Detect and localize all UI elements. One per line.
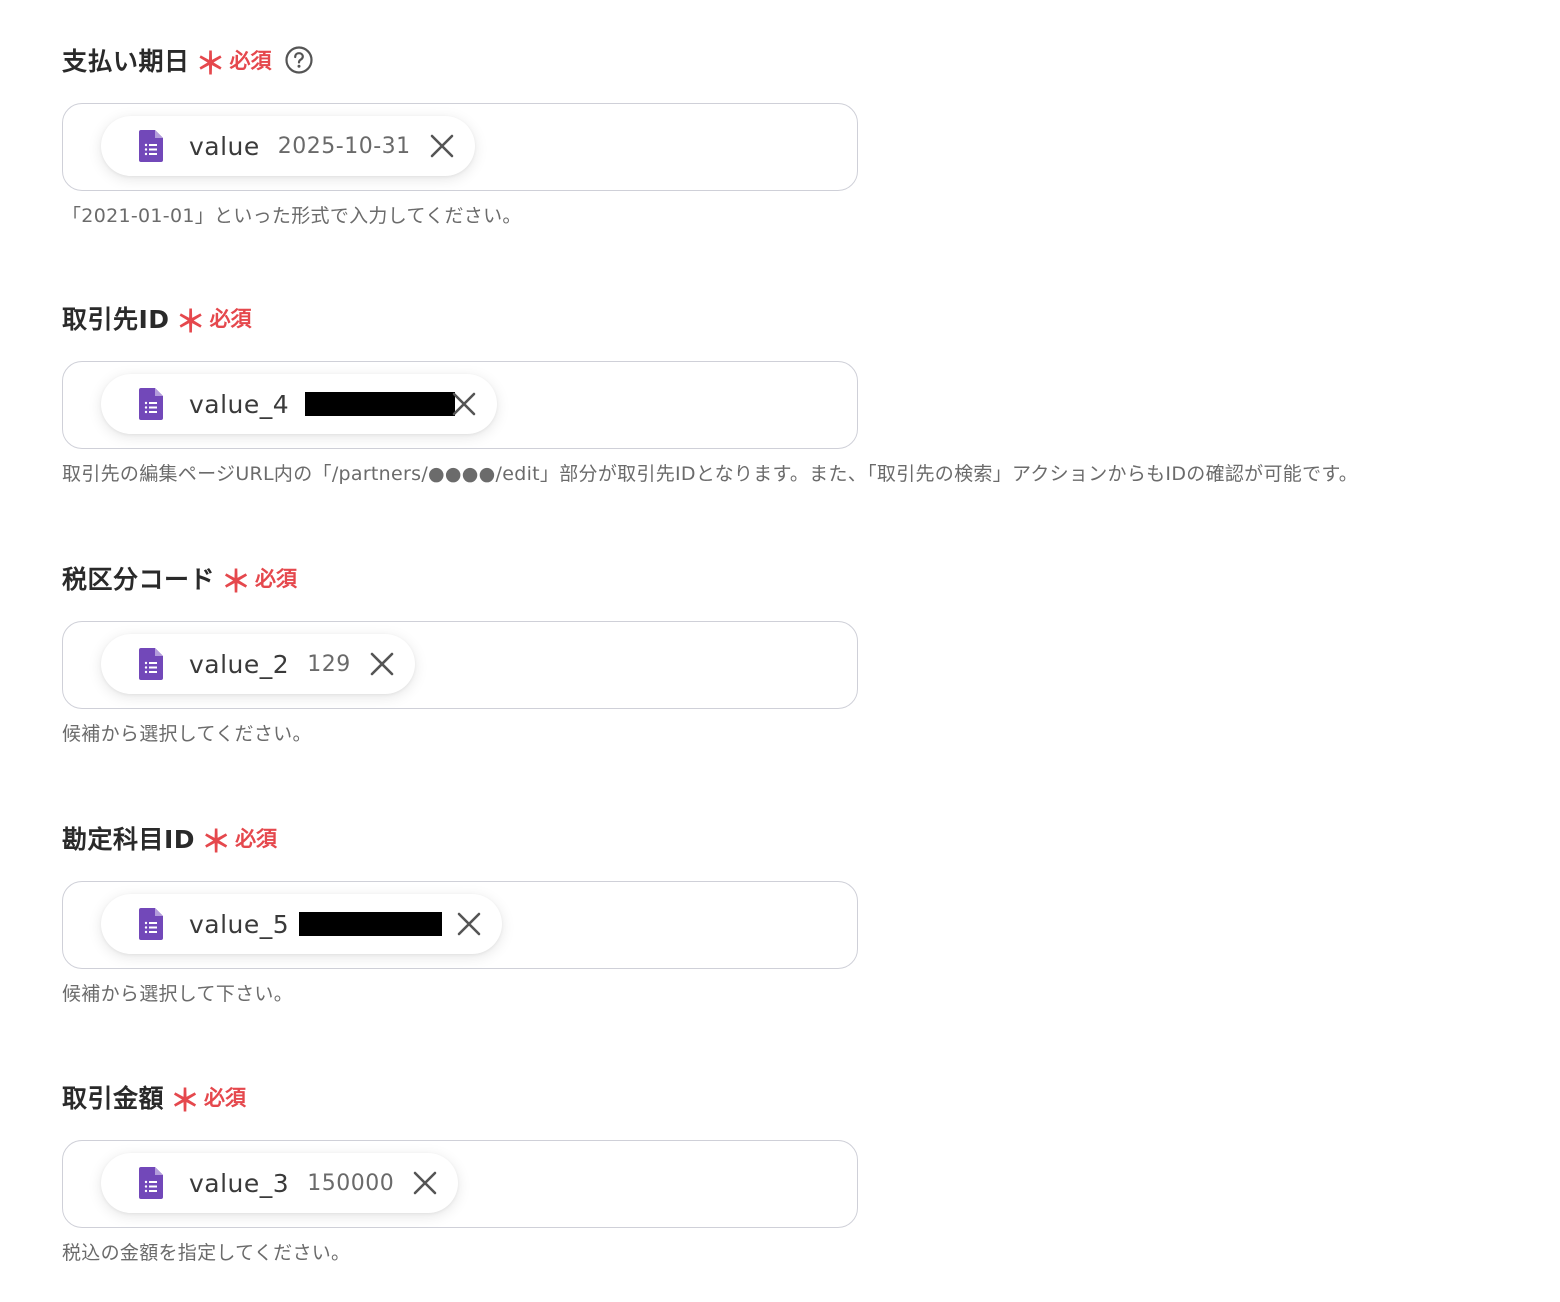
required-label: 必須	[255, 567, 298, 591]
required-label: 必須	[209, 307, 252, 331]
required-asterisk: ＊	[221, 565, 252, 600]
variable-chip[interactable]: value_5	[101, 894, 503, 954]
partner-id-input[interactable]: value_4	[62, 361, 858, 449]
field-label: 支払い期日	[62, 47, 190, 76]
google-forms-doc-icon	[139, 1167, 163, 1199]
field-label-row: 支払い期日 ＊ 必須	[62, 42, 1542, 82]
required-label: 必須	[204, 1086, 247, 1110]
chip-variable-value: 2025-10-31	[277, 133, 411, 159]
field-hint: 候補から選択して下さい。	[62, 983, 294, 1005]
tax-code-input[interactable]: value_2 129	[62, 621, 858, 709]
field-label: 取引先ID	[62, 305, 170, 334]
chip-variable-name: value	[189, 131, 260, 161]
field-tax-code: 税区分コード ＊ 必須 value_2 129 候補から選択してください。	[62, 560, 1542, 746]
variable-chip[interactable]: value_2 129	[101, 634, 415, 694]
google-forms-doc-icon	[139, 388, 163, 420]
field-hint: 候補から選択してください。	[62, 723, 312, 745]
field-label-row: 勘定科目ID ＊ 必須	[62, 820, 1542, 860]
field-hint: 「2021-01-01」といった形式で入力してください。	[62, 205, 522, 227]
account-item-id-input[interactable]: value_5	[62, 881, 858, 969]
required-asterisk: ＊	[175, 305, 206, 340]
google-forms-doc-icon	[139, 648, 163, 680]
chip-variable-value: 150000	[307, 1170, 395, 1196]
chip-variable-name: value_3	[189, 1168, 290, 1198]
required-asterisk: ＊	[195, 47, 226, 82]
variable-chip[interactable]: value_4	[101, 374, 498, 434]
google-forms-doc-icon	[139, 908, 163, 940]
question-circle-icon[interactable]	[284, 45, 314, 75]
field-transaction-amount: 取引金額 ＊ 必須 value_3 150000 税込の金額を指定してください。	[62, 1079, 1542, 1265]
required-label: 必須	[229, 49, 272, 73]
variable-chip[interactable]: value_3 150000	[101, 1153, 459, 1213]
field-payment-due-date: 支払い期日 ＊ 必須 value 2025-10-31 「2021-01-01」…	[62, 42, 1542, 228]
redacted-value	[305, 392, 456, 416]
chip-variable-name: value_2	[189, 649, 290, 679]
field-label: 勘定科目ID	[62, 825, 196, 854]
redacted-value	[299, 912, 443, 936]
field-hint: 税込の金額を指定してください。	[62, 1242, 351, 1264]
payment-due-date-input[interactable]: value 2025-10-31	[62, 103, 858, 191]
required-asterisk: ＊	[201, 825, 232, 860]
close-icon[interactable]	[369, 651, 395, 677]
close-icon[interactable]	[429, 133, 455, 159]
field-label-row: 取引先ID ＊ 必須	[62, 300, 1542, 340]
field-label: 税区分コード	[62, 565, 216, 594]
close-icon[interactable]	[451, 391, 477, 417]
required-label: 必須	[235, 827, 278, 851]
variable-chip[interactable]: value 2025-10-31	[101, 116, 475, 176]
google-forms-doc-icon	[139, 130, 163, 162]
required-asterisk: ＊	[170, 1084, 201, 1119]
field-label: 取引金額	[62, 1084, 165, 1113]
field-label-row: 取引金額 ＊ 必須	[62, 1079, 1542, 1119]
field-label-row: 税区分コード ＊ 必須	[62, 560, 1542, 600]
field-account-item-id: 勘定科目ID ＊ 必須 value_5 候補から選択して下さい。	[62, 820, 1542, 1006]
close-icon[interactable]	[456, 911, 482, 937]
close-icon[interactable]	[412, 1170, 438, 1196]
chip-variable-name: value_4	[189, 389, 290, 419]
field-partner-id: 取引先ID ＊ 必須 value_4 取引先の編集ページURL内の「/partn…	[62, 300, 1542, 486]
field-hint: 取引先の編集ページURL内の「/partners/●●●●/edit」部分が取引…	[62, 463, 1359, 485]
chip-variable-name: value_5	[189, 909, 290, 939]
transaction-amount-input[interactable]: value_3 150000	[62, 1140, 858, 1228]
chip-variable-value: 129	[307, 651, 351, 677]
